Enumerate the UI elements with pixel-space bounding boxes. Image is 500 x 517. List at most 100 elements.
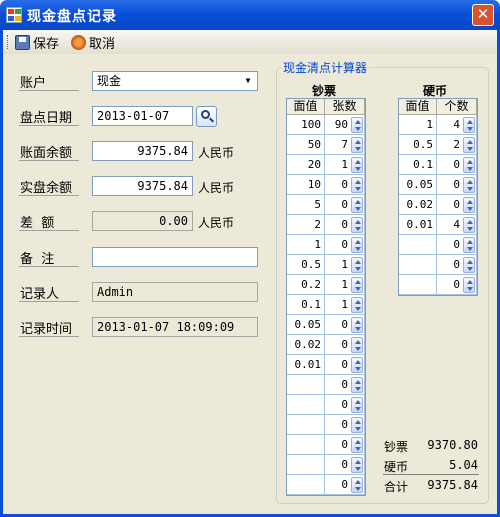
coins-denomination-cell[interactable]: 0.01 (399, 215, 437, 235)
notes-denomination-cell[interactable]: 1 (287, 235, 325, 255)
account-select[interactable]: 现金 ▼ (92, 71, 258, 91)
spinner-arrows-icon[interactable] (351, 297, 363, 313)
spinner-arrows-icon[interactable] (351, 257, 363, 273)
notes-row: 20 (287, 215, 365, 235)
notes-denomination-cell[interactable]: 0.5 (287, 255, 325, 275)
note-input[interactable] (92, 247, 258, 267)
notes-denomination-cell[interactable]: 2 (287, 215, 325, 235)
coins-denomination-cell[interactable] (399, 235, 437, 255)
notes-denomination-cell[interactable]: 0.05 (287, 315, 325, 335)
coins-denomination-cell[interactable]: 0.5 (399, 135, 437, 155)
recorder-label-underline (19, 301, 79, 302)
coins-row: 0.1 0 (399, 155, 477, 175)
coins-denomination-cell[interactable]: 1 (399, 115, 437, 135)
notes-denomination-cell[interactable] (287, 435, 325, 455)
coins-denomination-cell[interactable] (399, 275, 437, 295)
notes-denomination-cell[interactable]: 0.02 (287, 335, 325, 355)
book-balance-field[interactable]: 9375.84 (92, 141, 193, 161)
notes-denomination-cell[interactable] (287, 475, 325, 495)
notes-denomination-cell[interactable]: 0.01 (287, 355, 325, 375)
coins-col-denomination: 面值 (399, 99, 437, 115)
window-title: 现金盘点记录 (27, 9, 117, 25)
book-balance-unit: 人民币 (198, 146, 235, 160)
record-time-label: 记录时间 (20, 322, 73, 337)
spinner-arrows-icon[interactable] (351, 237, 363, 253)
coins-denomination-cell[interactable]: 0.1 (399, 155, 437, 175)
notes-row: 10 0 (287, 175, 365, 195)
spinner-arrows-icon[interactable] (351, 397, 363, 413)
spinner-arrows-icon[interactable] (351, 137, 363, 153)
coins-grid[interactable]: 面值 个数 1 4 0.5 2 0.1 0 0.05 0 0.02 0 0.01 4 0 0 0 (398, 98, 478, 296)
spinner-arrows-icon[interactable] (351, 337, 363, 353)
notes-denomination-cell[interactable]: 0.1 (287, 295, 325, 315)
coins-denomination-cell[interactable]: 0.02 (399, 195, 437, 215)
spinner-arrows-icon[interactable] (351, 377, 363, 393)
notes-denomination-cell[interactable]: 10 (287, 175, 325, 195)
coins-row: 0.5 2 (399, 135, 477, 155)
close-button[interactable]: ✕ (472, 4, 494, 26)
spinner-arrows-icon[interactable] (463, 277, 475, 293)
spinner-arrows-icon[interactable] (351, 477, 363, 493)
spinner-arrows-icon[interactable] (351, 217, 363, 233)
spinner-arrows-icon[interactable] (351, 437, 363, 453)
spinner-arrows-icon[interactable] (351, 177, 363, 193)
notes-denomination-cell[interactable]: 20 (287, 155, 325, 175)
date-picker-button[interactable] (196, 106, 217, 127)
notes-row: 100 90 (287, 115, 365, 135)
spinner-arrows-icon[interactable] (351, 277, 363, 293)
save-label: 保存 (33, 36, 60, 52)
coins-row: 14 (399, 115, 477, 135)
notes-denomination-cell[interactable] (287, 415, 325, 435)
actual-balance-field[interactable]: 9375.84 (92, 176, 193, 196)
spinner-arrows-icon[interactable] (463, 237, 475, 253)
notes-title: 钞票 (312, 84, 337, 98)
notes-denomination-cell[interactable]: 50 (287, 135, 325, 155)
spinner-arrows-icon[interactable] (351, 457, 363, 473)
notes-row: 0 (287, 435, 365, 455)
notes-col-denomination: 面值 (287, 99, 325, 115)
chevron-down-icon[interactable]: ▼ (240, 73, 256, 89)
notes-grid[interactable]: 面值 张数 100 90 50 7 20 1 10 0 5 0 2 0 1 0 0.5 1 0.2 1 0.1 1 0.… (286, 98, 366, 496)
record-time-field: 2013-01-07 18:09:09 (92, 317, 258, 337)
spinner-arrows-icon[interactable] (463, 257, 475, 273)
notes-row: 0 (287, 455, 365, 475)
coins-row: 0.02 0 (399, 195, 477, 215)
spinner-arrows-icon[interactable] (351, 357, 363, 373)
coins-row: 0.05 0 (399, 175, 477, 195)
date-input[interactable]: 2013-01-07 (92, 106, 193, 126)
coins-denomination-cell[interactable]: 0.05 (399, 175, 437, 195)
spinner-arrows-icon[interactable] (463, 117, 475, 133)
notes-denomination-cell[interactable] (287, 455, 325, 475)
notes-denomination-cell[interactable] (287, 375, 325, 395)
spinner-arrows-icon[interactable] (351, 197, 363, 213)
notes-row: 0.01 0 (287, 355, 365, 375)
summary-grand-total: 9375.84 (427, 478, 478, 492)
spinner-arrows-icon[interactable] (463, 177, 475, 193)
spinner-arrows-icon[interactable] (463, 217, 475, 233)
save-button[interactable]: 保存 (15, 33, 60, 52)
spinner-arrows-icon[interactable] (463, 137, 475, 153)
spinner-arrows-icon[interactable] (463, 197, 475, 213)
coins-row: 0 (399, 235, 477, 255)
cancel-button[interactable]: 取消 (71, 33, 115, 52)
notes-denomination-cell[interactable] (287, 395, 325, 415)
notes-row: 0.2 1 (287, 275, 365, 295)
notes-row: 0 (287, 475, 365, 495)
spinner-arrows-icon[interactable] (351, 317, 363, 333)
toolbar-grip[interactable] (7, 35, 10, 49)
notes-col-count: 张数 (325, 99, 365, 115)
actual-balance-unit: 人民币 (198, 181, 235, 195)
difference-label: 差 额 (20, 216, 55, 231)
notes-denomination-cell[interactable]: 0.2 (287, 275, 325, 295)
notes-denomination-cell[interactable]: 5 (287, 195, 325, 215)
notes-row: 0 (287, 395, 365, 415)
notes-denomination-cell[interactable]: 100 (287, 115, 325, 135)
spinner-arrows-icon[interactable] (351, 117, 363, 133)
date-label-underline (19, 125, 79, 126)
spinner-arrows-icon[interactable] (351, 417, 363, 433)
coins-denomination-cell[interactable] (399, 255, 437, 275)
spinner-arrows-icon[interactable] (463, 157, 475, 173)
cancel-icon (71, 34, 86, 50)
spinner-arrows-icon[interactable] (351, 157, 363, 173)
coins-col-count: 个数 (437, 99, 477, 115)
